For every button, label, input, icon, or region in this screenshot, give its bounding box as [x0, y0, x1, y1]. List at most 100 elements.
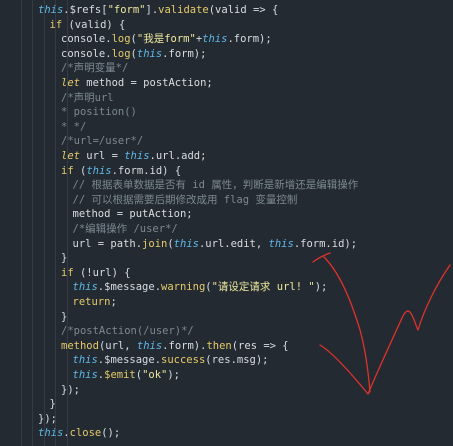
code-token: );: [167, 369, 181, 381]
code-token: if: [61, 266, 74, 279]
code-line[interactable]: // 可以根据需要后期修改成用 flag 变量控制: [73, 193, 298, 208]
code-token: this: [136, 339, 163, 352]
code-token: then: [206, 339, 232, 352]
code-line[interactable]: * */: [61, 120, 86, 135]
code-token: // 可以根据需要后期修改成用 flag 变量控制: [72, 193, 298, 206]
code-line[interactable]: /*声明url: [61, 91, 114, 106]
code-line[interactable]: // 根据表单数据是否有 id 属性，判断是新增还是编辑操作: [73, 178, 359, 193]
code-token: warning: [161, 281, 206, 294]
code-line[interactable]: method = putAction;: [73, 207, 193, 222]
code-token: this: [136, 47, 163, 60]
code-token: /*编辑操作 /user*/: [72, 223, 178, 235]
code-token: $emit: [104, 369, 136, 381]
code-line[interactable]: this.$message.success(res.msg);: [73, 353, 269, 368]
code-token: * */: [61, 120, 87, 133]
code-line[interactable]: /*编辑操作 /user*/: [73, 222, 178, 237]
code-token: (res.msg);: [205, 354, 269, 367]
code-token: }: [49, 398, 56, 411]
code-line[interactable]: method(url, this.form).then(res => {: [61, 339, 289, 354]
code-line[interactable]: /*声明变量*/: [61, 61, 128, 76]
code-line[interactable]: }: [50, 397, 56, 412]
code-token: }: [61, 252, 68, 265]
code-token: log: [111, 47, 131, 60]
code-token: .form).: [162, 339, 207, 352]
code-line[interactable]: });: [61, 383, 80, 398]
code-token: });: [61, 383, 80, 396]
code-token: if: [61, 164, 74, 177]
annotation-arrow-shaft: [323, 256, 371, 393]
code-token: ();: [101, 427, 121, 440]
code-line[interactable]: url = path.join(this.url.edit, this.form…: [73, 237, 358, 252]
indent-guide: [20, 0, 22, 446]
code-token: .url.edit,: [198, 237, 269, 250]
code-line[interactable]: console.log(this.form);: [61, 47, 206, 62]
code-token: ;: [110, 296, 117, 308]
code-token: method: [61, 339, 99, 352]
code-token: close: [69, 427, 102, 440]
code-token: "ok": [142, 369, 168, 381]
code-token: (valid) {: [62, 18, 126, 31]
code-token: method = postAction;: [79, 77, 213, 89]
code-token: .url.add;: [149, 150, 207, 162]
code-token: .form.id) {: [111, 164, 182, 177]
code-token: "请设定请求 url! ": [211, 281, 315, 294]
code-line[interactable]: this.$refs["form"].validate(valid => {: [38, 3, 278, 18]
code-line[interactable]: this.$message.warning("请设定请求 url! ");: [73, 280, 328, 295]
code-line[interactable]: if (valid) {: [50, 18, 126, 33]
code-token: }: [61, 310, 68, 323]
code-line[interactable]: let method = postAction;: [61, 76, 213, 91]
code-editor[interactable]: this.$refs["form"].validate(valid => {if…: [0, 0, 453, 446]
code-line[interactable]: if (!url) {: [61, 266, 131, 281]
code-token: /*postAction(/user)*/: [61, 325, 194, 338]
annotation-arrow-head: [312, 252, 331, 263]
code-token: console.: [61, 47, 112, 60]
code-line[interactable]: /*url=/user*/: [61, 134, 143, 149]
code-line[interactable]: }: [61, 251, 67, 266]
code-line[interactable]: let url = this.url.add;: [61, 149, 206, 164]
code-token: ].: [145, 4, 159, 16]
code-token: this: [72, 369, 98, 381]
code-token: let: [61, 77, 80, 89]
code-token: // 根据表单数据是否有 id 属性，判断是新增还是编辑操作: [72, 179, 359, 192]
code-token: (!url) {: [73, 266, 131, 279]
code-line[interactable]: return;: [73, 295, 117, 310]
code-token: this: [124, 150, 150, 162]
code-token: "我是form": [136, 33, 196, 46]
code-token: /*url=/user*/: [61, 135, 144, 148]
code-line[interactable]: /*postAction(/user)*/: [61, 324, 194, 339]
code-token: * position(): [61, 106, 137, 119]
code-token: "form": [107, 4, 146, 16]
code-token: this: [72, 281, 98, 294]
code-token: this: [86, 164, 112, 177]
code-token: let: [61, 150, 80, 162]
code-token: this: [268, 237, 294, 250]
code-token: .form.id);: [293, 237, 358, 250]
code-token: url =: [79, 150, 125, 162]
code-token: this: [72, 354, 98, 367]
code-token: .$message.: [97, 281, 162, 294]
code-line[interactable]: }: [61, 310, 67, 325]
annotation-checkmark: [319, 264, 451, 395]
code-token: url = path.: [72, 237, 143, 250]
indent-guide: [55, 0, 56, 446]
code-token: );: [314, 281, 328, 294]
code-token: join: [142, 237, 168, 250]
code-token: validate: [158, 4, 209, 16]
code-token: });: [38, 412, 57, 425]
code-line[interactable]: this.close();: [38, 426, 120, 441]
code-token: console.: [61, 33, 112, 46]
code-line[interactable]: });: [38, 412, 57, 427]
code-line[interactable]: this.$emit("ok");: [73, 368, 181, 383]
code-line[interactable]: if (this.form.id) {: [61, 164, 181, 179]
code-token: this: [202, 33, 228, 46]
indent-guide: [32, 0, 33, 446]
code-token: /*声明url: [61, 91, 114, 104]
code-token: if: [49, 18, 63, 31]
code-token: method = putAction;: [72, 208, 193, 221]
code-token: this: [173, 237, 199, 250]
code-line[interactable]: console.log("我是form"+this.form);: [61, 32, 272, 47]
code-token: log: [111, 33, 131, 46]
code-line[interactable]: * position(): [61, 105, 137, 120]
code-token: (res => {: [231, 339, 289, 352]
code-token: this: [38, 4, 64, 16]
